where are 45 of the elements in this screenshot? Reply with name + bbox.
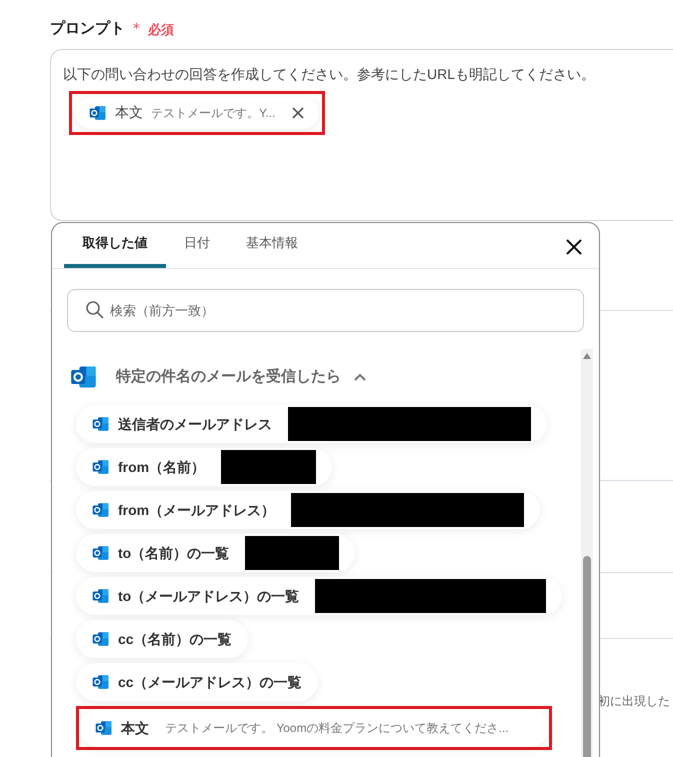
variable-chip[interactable]: 本文 テストメールです。Y... (75, 96, 320, 128)
chevron-up-icon[interactable] (353, 372, 367, 382)
variable-item[interactable]: 本文 テストメールです。 Yoomの料金プランについて教えてくださ... (79, 709, 549, 747)
scroll-up-icon[interactable] (583, 353, 591, 359)
close-icon[interactable] (565, 238, 583, 256)
variable-item[interactable]: cc（名前）の一覧 (76, 620, 248, 658)
tab[interactable]: 取得した値 (64, 222, 166, 268)
variable-item[interactable]: from（メールアドレス） (76, 491, 540, 529)
chip-value: テストメールです。Y... (151, 104, 276, 122)
tab[interactable]: 基本情報 (228, 222, 316, 268)
mail-app-icon (92, 587, 110, 605)
item-label: 本文 (121, 718, 149, 738)
tab[interactable]: 日付 (166, 222, 228, 268)
search-icon (85, 300, 105, 320)
mail-app-icon (92, 673, 110, 691)
item-label: from（メールアドレス） (118, 500, 276, 520)
mail-app-icon (92, 544, 110, 562)
item-value: テストメールです。 Yoomの料金プランについて教えてくださ... (165, 720, 509, 737)
variable-item[interactable]: cc（メールアドレス）の一覧 (76, 663, 318, 701)
item-label: cc（メールアドレス）の一覧 (118, 672, 302, 692)
item-label: to（名前）の一覧 (118, 544, 230, 563)
item-label: cc（名前）の一覧 (118, 630, 232, 649)
mail-app-icon (95, 719, 113, 737)
required-mark: ＊ (129, 19, 144, 39)
prompt-text: 以下の問い合わせの回答を作成してください。参考にしたURLも明記してください。 (63, 64, 596, 84)
variable-item[interactable]: to（メールアドレス）の一覧 (76, 577, 562, 615)
mail-app-icon (89, 104, 107, 122)
search-field[interactable]: 検索（前方一致） (67, 289, 584, 332)
item-label: to（メールアドレス）の一覧 (118, 586, 300, 606)
item-label: 送信者のメールアドレス (118, 414, 272, 434)
mail-app-icon (92, 415, 110, 433)
required-text: 必須 (148, 20, 174, 38)
item-label: from（名前） (118, 458, 206, 477)
variable-item[interactable]: to（名前）の一覧 (76, 534, 356, 572)
mail-app-icon (92, 630, 110, 648)
scrollbar-thumb[interactable] (583, 556, 591, 757)
variable-item[interactable]: from（名前） (76, 448, 332, 486)
variable-item[interactable]: 送信者のメールアドレス (76, 405, 547, 443)
mail-app-icon (92, 458, 110, 476)
chip-label: 本文 (115, 103, 143, 122)
prompt-field[interactable]: 以下の問い合わせの回答を作成してください。参考にしたURLも明記してください。 本文 テストメールです。Y... (50, 48, 673, 220)
close-icon[interactable] (291, 106, 306, 120)
field-label: プロンプト (50, 19, 125, 39)
group-title: 特定の件名のメールを受信したら (116, 366, 341, 387)
mail-app-icon (92, 501, 110, 519)
